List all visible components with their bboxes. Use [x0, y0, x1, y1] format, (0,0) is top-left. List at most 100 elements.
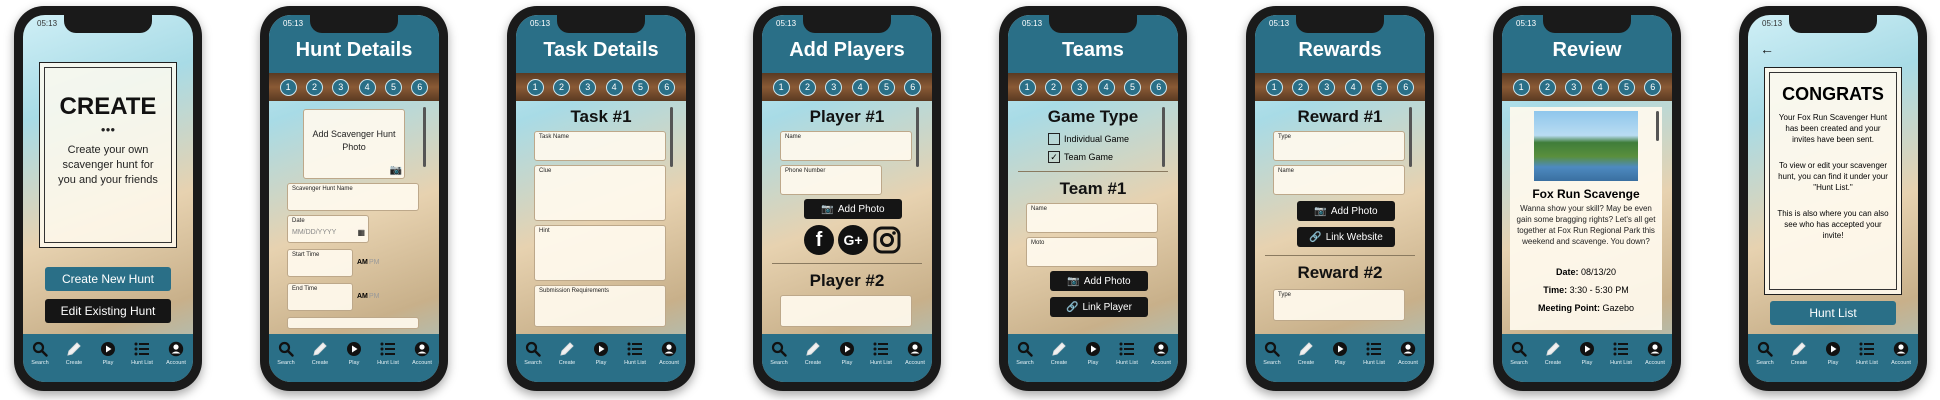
tab-hunt-list[interactable]: Hunt List: [1359, 340, 1389, 366]
scrollbar[interactable]: [916, 107, 919, 167]
team-motto-field[interactable]: Moto: [1026, 237, 1158, 267]
edit-existing-hunt-button[interactable]: Edit Existing Hunt: [45, 299, 171, 323]
tab-account[interactable]: Account: [1640, 340, 1670, 366]
step-1[interactable]: 1: [526, 78, 544, 96]
instagram-icon[interactable]: [872, 225, 902, 255]
tab-play[interactable]: Play: [1572, 340, 1602, 366]
link-player-button[interactable]: 🔗 Link Player: [1050, 297, 1148, 317]
scrollbar[interactable]: [1409, 107, 1412, 167]
step-1[interactable]: 1: [772, 78, 790, 96]
end-am-toggle[interactable]: AM: [357, 293, 368, 300]
tab-hunt-list[interactable]: Hunt List: [1112, 340, 1142, 366]
step-4[interactable]: 4: [358, 78, 376, 96]
tab-search[interactable]: Search: [1504, 340, 1534, 366]
tab-account[interactable]: Account: [1146, 340, 1176, 366]
tab-search[interactable]: Search: [764, 340, 794, 366]
checkbox-checked-icon[interactable]: ✓: [1048, 151, 1060, 163]
add-photo-button[interactable]: 📷 Add Photo: [1297, 201, 1395, 221]
step-4[interactable]: 4: [605, 78, 623, 96]
tab-create[interactable]: Create: [552, 340, 582, 366]
clue-field[interactable]: Clue: [534, 165, 666, 221]
step-5[interactable]: 5: [1617, 78, 1635, 96]
step-6[interactable]: 6: [1397, 78, 1415, 96]
tab-create[interactable]: Create: [798, 340, 828, 366]
tab-search[interactable]: Search: [1010, 340, 1040, 366]
tab-hunt-list[interactable]: Hunt List: [1852, 340, 1882, 366]
step-4[interactable]: 4: [851, 78, 869, 96]
google-plus-icon[interactable]: G+: [838, 225, 868, 255]
step-4[interactable]: 4: [1591, 78, 1609, 96]
tab-account[interactable]: Account: [407, 340, 437, 366]
step-3[interactable]: 3: [1565, 78, 1583, 96]
tab-play[interactable]: Play: [586, 340, 616, 366]
start-time-field[interactable]: Start Time: [287, 249, 353, 277]
task-name-field[interactable]: Task Name: [534, 131, 666, 161]
start-am-toggle[interactable]: AM: [357, 259, 368, 266]
calendar-icon[interactable]: ▦: [357, 228, 365, 237]
step-3[interactable]: 3: [1071, 78, 1089, 96]
tab-play[interactable]: Play: [1078, 340, 1108, 366]
tab-search[interactable]: Search: [25, 340, 55, 366]
step-3[interactable]: 3: [332, 78, 350, 96]
reward-name-field[interactable]: Name: [1273, 165, 1405, 195]
step-2[interactable]: 2: [1291, 78, 1309, 96]
tab-create[interactable]: Create: [1044, 340, 1074, 366]
create-new-hunt-button[interactable]: Create New Hunt: [45, 267, 171, 291]
tab-hunt-list[interactable]: Hunt List: [620, 340, 650, 366]
tab-play[interactable]: Play: [93, 340, 123, 366]
tab-hunt-list[interactable]: Hunt List: [1606, 340, 1636, 366]
step-4[interactable]: 4: [1097, 78, 1115, 96]
tab-create[interactable]: Create: [1784, 340, 1814, 366]
step-1[interactable]: 1: [1265, 78, 1283, 96]
step-6[interactable]: 6: [658, 78, 676, 96]
hunt-list-button[interactable]: Hunt List: [1770, 301, 1896, 325]
step-5[interactable]: 5: [877, 78, 895, 96]
scrollbar[interactable]: [1162, 107, 1165, 167]
start-pm-toggle[interactable]: PM: [369, 259, 380, 266]
hunt-name-field[interactable]: Scavenger Hunt Name: [287, 183, 419, 211]
step-3[interactable]: 3: [579, 78, 597, 96]
step-6[interactable]: 6: [1150, 78, 1168, 96]
add-photo-button[interactable]: 📷 Add Photo: [1050, 271, 1148, 291]
step-2[interactable]: 2: [552, 78, 570, 96]
step-5[interactable]: 5: [631, 78, 649, 96]
step-5[interactable]: 5: [384, 78, 402, 96]
team-game-option[interactable]: ✓ Team Game: [1048, 151, 1113, 163]
step-5[interactable]: 5: [1370, 78, 1388, 96]
individual-game-option[interactable]: Individual Game: [1048, 133, 1129, 145]
end-time-field[interactable]: End Time: [287, 283, 353, 311]
tab-play[interactable]: Play: [832, 340, 862, 366]
step-1[interactable]: 1: [279, 78, 297, 96]
add-photo-box[interactable]: Add Scavenger Hunt Photo 📷: [303, 109, 405, 179]
phone-number-field[interactable]: Phone Number: [780, 165, 882, 195]
step-6[interactable]: 6: [411, 78, 429, 96]
player2-name-field[interactable]: [780, 295, 912, 327]
tab-hunt-list[interactable]: Hunt List: [866, 340, 896, 366]
step-3[interactable]: 3: [1318, 78, 1336, 96]
step-3[interactable]: 3: [825, 78, 843, 96]
step-6[interactable]: 6: [1644, 78, 1662, 96]
tab-search[interactable]: Search: [1750, 340, 1780, 366]
date-field[interactable]: Date MM/DD/YYYY ▦: [287, 215, 369, 243]
tab-play[interactable]: Play: [339, 340, 369, 366]
add-photo-button[interactable]: 📷 Add Photo: [804, 199, 902, 219]
hint-field[interactable]: Hint: [534, 225, 666, 281]
end-pm-toggle[interactable]: PM: [369, 293, 380, 300]
submission-field[interactable]: Submission Requirements: [534, 285, 666, 327]
player-name-field[interactable]: Name: [780, 131, 912, 161]
facebook-icon[interactable]: f: [804, 225, 834, 255]
step-2[interactable]: 2: [305, 78, 323, 96]
scrollbar[interactable]: [423, 107, 426, 167]
team-name-field[interactable]: Name: [1026, 203, 1158, 233]
tab-search[interactable]: Search: [271, 340, 301, 366]
reward2-type-field[interactable]: Type: [1273, 289, 1405, 321]
scrollbar[interactable]: [1656, 111, 1659, 141]
step-1[interactable]: 1: [1512, 78, 1530, 96]
scrollbar[interactable]: [670, 107, 673, 167]
tab-create[interactable]: Create: [305, 340, 335, 366]
step-6[interactable]: 6: [904, 78, 922, 96]
tab-search[interactable]: Search: [1257, 340, 1287, 366]
tab-search[interactable]: Search: [518, 340, 548, 366]
tab-account[interactable]: Account: [1886, 340, 1916, 366]
tab-account[interactable]: Account: [1393, 340, 1423, 366]
